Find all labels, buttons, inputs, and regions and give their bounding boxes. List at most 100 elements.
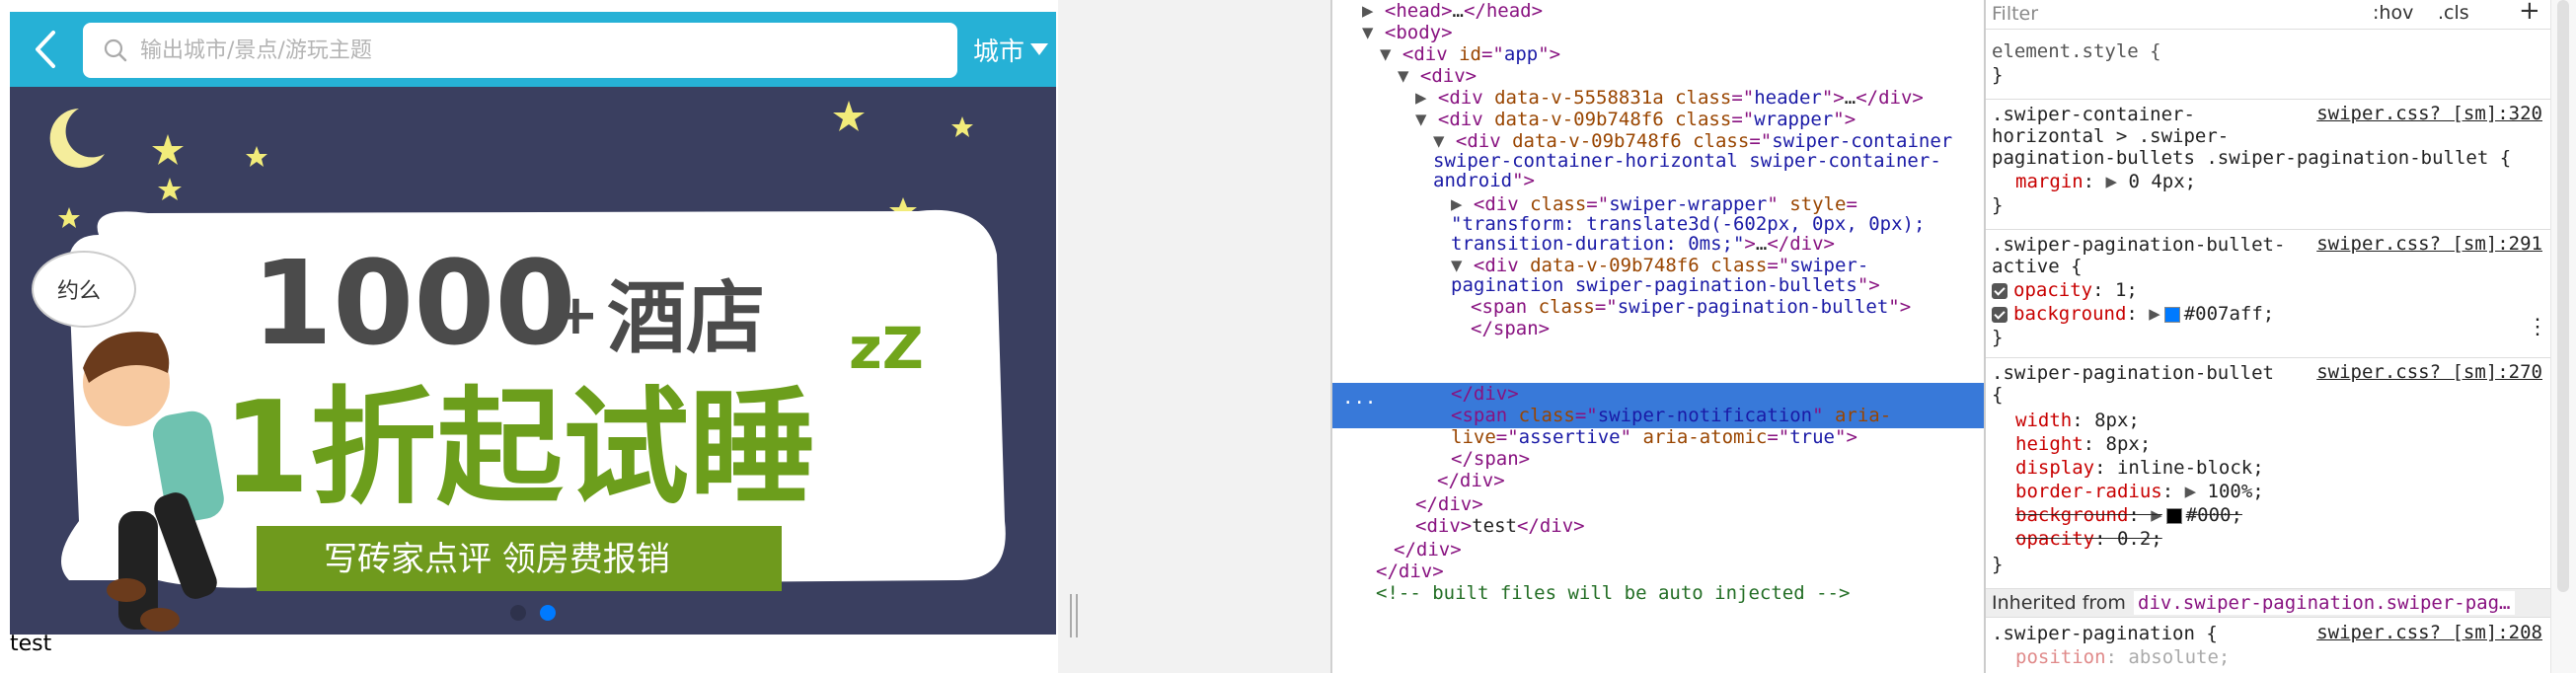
dom-node-row[interactable]: <div>test</div> (1415, 515, 1585, 537)
enabled-checkbox[interactable] (1992, 306, 2008, 323)
rule4-declaration[interactable]: position: absolute; (2015, 645, 2230, 669)
dom-node-row[interactable]: </div> (1376, 561, 1444, 582)
collapse-triangle-icon[interactable]: ▼ (1451, 255, 1474, 276)
property-value[interactable]: inline-block; (2117, 457, 2264, 479)
dom-node-row[interactable]: ▶ <div class="swiper-wrapper" style= (1451, 193, 1857, 215)
dom-node-row[interactable]: ▼ <div data-v-09b748f6 class="wrapper"> (1415, 109, 1856, 130)
rule2-selector-2[interactable]: active { (1992, 255, 2083, 278)
enabled-checkbox[interactable] (1992, 282, 2008, 299)
dom-node-row[interactable]: </div> (1437, 470, 1505, 491)
resize-grip-icon[interactable] (1070, 594, 1078, 637)
rule2-decl-opacity[interactable]: opacity: 1; (1992, 278, 2138, 302)
dom-node-row[interactable]: pagination swiper-pagination-bullets"> (1451, 274, 1880, 296)
rule1-selector-2[interactable]: horizontal > .swiper- (1992, 124, 2229, 148)
property-value[interactable]: 0 4px; (2128, 171, 2196, 192)
more-options-icon[interactable]: ⋮ (2527, 316, 2548, 339)
collapse-triangle-icon[interactable]: ▼ (1380, 43, 1402, 65)
rule3-decl-opacity-overridden[interactable]: opacity: 0.2; (2015, 527, 2162, 551)
rule2-decl-background[interactable]: background: ▶ #007aff; (1992, 302, 2274, 326)
property-name[interactable]: opacity (2013, 279, 2092, 301)
property-value[interactable]: #000; (2186, 504, 2242, 526)
swiper-banner[interactable]: 约么 1000 + 酒店 zZ 1折起试睡 写砖家点评 领房费报销 (10, 87, 1056, 635)
dom-node-row[interactable]: </span> (1471, 318, 1550, 339)
property-value[interactable]: #007aff; (2184, 303, 2275, 325)
rule3-selector-1[interactable]: .swiper-pagination-bullet (1992, 361, 2274, 385)
dom-node-row[interactable]: transition-duration: 0ms;">…</div> (1451, 233, 1835, 255)
dom-node-row[interactable]: ▼ <div id="app"> (1380, 43, 1560, 65)
city-dropdown[interactable]: 城市 (965, 12, 1056, 87)
rule1-selector-1[interactable]: .swiper-container- (1992, 103, 2195, 126)
selected-ellipsis[interactable]: ... (1342, 387, 1376, 409)
dom-node-row[interactable]: ▶ <head>…</head> (1362, 0, 1543, 22)
rule2-source-link[interactable]: swiper.css? [sm]:291 (2316, 233, 2542, 255)
property-value[interactable]: absolute; (2128, 646, 2230, 668)
expand-arrow-icon[interactable]: ▶ (2151, 504, 2161, 526)
expand-arrow-icon[interactable]: ▶ (2106, 171, 2117, 192)
dom-node-row[interactable]: ▼ <div data-v-09b748f6 class="swiper-con… (1433, 130, 1952, 152)
collapse-triangle-icon[interactable]: ▼ (1415, 109, 1438, 130)
dom-node-row[interactable]: live="assertive" aria-atomic="true"> (1451, 426, 1857, 448)
property-value[interactable]: 0.2; (2117, 528, 2162, 550)
rule1-declaration[interactable]: margin: ▶ 0 4px; (2015, 170, 2196, 193)
expand-triangle-icon[interactable]: ▶ (1362, 0, 1385, 22)
collapse-triangle-icon[interactable]: ▼ (1433, 130, 1456, 152)
scrollbar-thumb[interactable] (2557, 0, 2569, 592)
dom-node-row[interactable]: ▼ <div data-v-09b748f6 class="swiper- (1451, 255, 1868, 276)
styles-scrollbar[interactable] (2550, 0, 2576, 673)
property-value[interactable]: 1; (2115, 279, 2138, 301)
property-name[interactable]: position (2015, 646, 2106, 668)
rule2-selector-1[interactable]: .swiper-pagination-bullet- (1992, 233, 2285, 257)
dom-node-row[interactable]: ▼ <body> (1362, 22, 1453, 43)
cls-toggle[interactable]: .cls (2438, 2, 2469, 24)
collapse-triangle-icon[interactable]: ▼ (1398, 65, 1420, 87)
pane-splitter[interactable] (1058, 0, 1332, 673)
rule3-decl-background-overridden[interactable]: background: ▶ #000; (2015, 503, 2242, 527)
property-name[interactable]: border-radius (2015, 481, 2162, 502)
search-box[interactable] (83, 23, 957, 78)
dom-node-row[interactable]: </div> (1415, 493, 1483, 515)
property-name[interactable]: width (2015, 410, 2072, 431)
color-swatch[interactable] (2165, 507, 2182, 524)
dom-node-row[interactable]: <span class="swiper-pagination-bullet (1471, 339, 1888, 361)
rule1-source-link[interactable]: swiper.css? [sm]:320 (2316, 103, 2542, 124)
expand-arrow-icon[interactable]: ▶ (2185, 481, 2196, 502)
new-rule-button[interactable]: + (2519, 0, 2540, 26)
filter-input[interactable] (1992, 2, 2327, 26)
pagination-bullet-active[interactable] (540, 605, 556, 621)
rule1-selector-3[interactable]: pagination-bullets .swiper-pagination-bu… (1992, 146, 2511, 170)
rule3-selector-2[interactable]: { (1992, 383, 2003, 407)
collapse-triangle-icon[interactable]: ▼ (1362, 22, 1385, 43)
dom-node-row[interactable]: ▶ <div data-v-5558831a class="header">…<… (1415, 87, 1924, 109)
property-name[interactable]: height (2015, 433, 2084, 455)
expand-triangle-icon[interactable]: ▶ (1415, 87, 1438, 109)
dom-node-row[interactable]: android"> (1433, 170, 1535, 191)
back-button[interactable] (10, 12, 81, 87)
dom-node-row[interactable]: <span class="swiper-pagination-bullet"> (1471, 296, 1911, 318)
dom-node-row[interactable]: <span class="swiper-notification" aria- (1451, 405, 1891, 426)
dom-node-row[interactable]: </div> (1451, 383, 1519, 405)
rule3-decl-display[interactable]: display: inline-block; (2015, 456, 2264, 480)
dom-node-row[interactable]: </span> (1451, 448, 1530, 470)
dom-node-row[interactable]: swiper-pagination-bullet-active"></span> (1471, 361, 1923, 383)
hov-toggle[interactable]: :hov (2373, 2, 2413, 24)
property-name[interactable]: display (2015, 457, 2094, 479)
property-value[interactable]: 100%; (2208, 481, 2264, 502)
rule3-source-link[interactable]: swiper.css? [sm]:270 (2316, 361, 2542, 383)
property-name[interactable]: opacity (2015, 528, 2094, 550)
expand-triangle-icon[interactable]: ▶ (1451, 193, 1474, 215)
pagination-bullet[interactable] (510, 605, 526, 621)
rule3-decl-width[interactable]: width: 8px; (2015, 409, 2140, 432)
property-value[interactable]: 8px; (2094, 410, 2140, 431)
dom-node-row[interactable]: ▼ <div> (1398, 65, 1477, 87)
rule3-decl-border-radius[interactable]: border-radius: ▶ 100%; (2015, 480, 2264, 503)
dom-node-row[interactable]: swiper-container-horizontal swiper-conta… (1433, 150, 1941, 172)
element-style-selector[interactable]: element.style { (1992, 39, 2161, 63)
search-input[interactable] (140, 37, 930, 63)
inherited-selector-link[interactable]: div.swiper-pagination.swiper-pag… (2134, 591, 2515, 615)
property-value[interactable]: 8px; (2106, 433, 2152, 455)
property-name[interactable]: background (2013, 303, 2126, 325)
expand-arrow-icon[interactable]: ▶ (2149, 303, 2159, 325)
rule4-selector[interactable]: .swiper-pagination { (1992, 622, 2218, 645)
rule4-source-link[interactable]: swiper.css? [sm]:208 (2316, 622, 2542, 643)
property-name[interactable]: margin (2015, 171, 2084, 192)
